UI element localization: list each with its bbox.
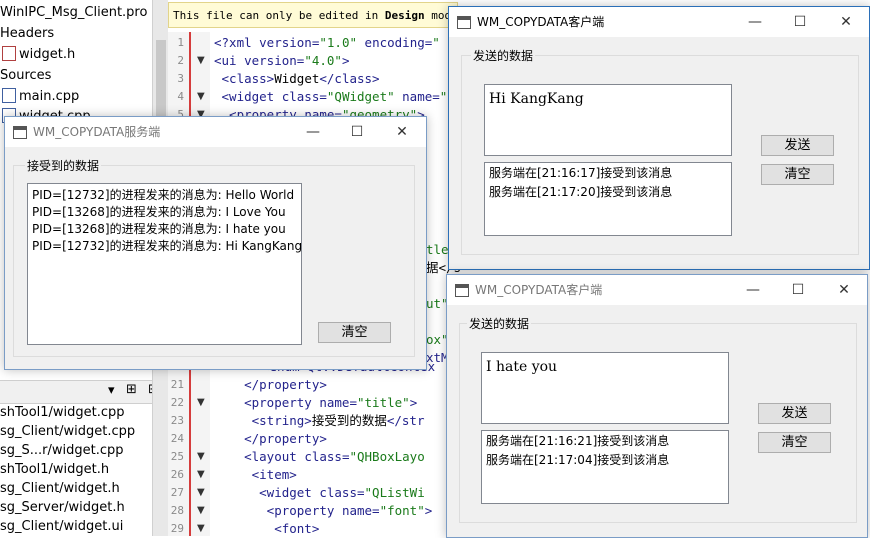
line-number: 24 [170,432,184,445]
list-item[interactable]: PID=[13268]的进程发来的消息为: I Love You [32,204,286,221]
app-window-icon [13,126,27,139]
line-number: 26 [170,468,184,481]
open-doc-item[interactable]: shTool1/widget.h [0,460,109,480]
open-doc-item[interactable]: sg_Client/widget.ui [0,517,123,537]
client-window-1: WM_COPYDATA客户端 — ☐ ✕ 发送的数据 Hi KangKang 服… [448,6,870,270]
tree-item-headers[interactable]: Headers [0,24,54,44]
server-ack-list[interactable]: 服务端在[21:16:21]接受到该消息 服务端在[21:17:04]接受到该消… [481,430,729,504]
list-item[interactable]: PID=[12732]的进程发来的消息为: Hello World [32,187,294,204]
message-input-text: Hi KangKang [489,91,584,107]
chevron-down-icon[interactable]: ▾ [108,383,115,398]
code-line: <widget class="QWidget" name=" [214,89,448,104]
fold-arrow-icon[interactable]: ▼ [197,88,205,106]
line-number: 21 [170,378,184,391]
line-number: 3 [177,72,184,85]
code-line: </property> [214,377,327,392]
line-number: 2 [177,54,184,67]
header-file-icon [2,46,16,61]
fold-arrow-icon[interactable]: ▼ [197,394,205,412]
code-line: <class>Widget</class> [214,71,380,86]
maximize-button[interactable]: ☐ [777,7,823,37]
send-button[interactable]: 发送 [758,403,831,424]
app-window-icon [455,284,469,297]
received-messages-list[interactable]: PID=[12732]的进程发来的消息为: Hello World PID=[1… [27,183,302,345]
client-titlebar[interactable]: WM_COPYDATA客户端 — ☐ ✕ [449,7,869,37]
clear-button[interactable]: 清空 [758,432,831,453]
design-mode-info-bar: This file can only be edited in Design m… [168,2,458,28]
list-item[interactable]: PID=[12732]的进程发来的消息为: Hi KangKang [32,238,302,255]
open-doc-item[interactable]: sg_Client/widget.cpp [0,422,135,442]
minimize-button[interactable]: — [730,275,776,305]
split-icon[interactable]: ⊞ [126,382,137,397]
list-item[interactable]: 服务端在[21:17:20]接受到该消息 [489,184,672,201]
group-label: 接受到的数据 [25,159,102,173]
server-window: WM_COPYDATA服务端 — ☐ ✕ 接受到的数据 PID=[12732]的… [4,116,427,370]
line-number: 23 [170,414,184,427]
group-label: 发送的数据 [467,317,532,331]
fold-arrow-icon[interactable]: ▼ [197,448,205,466]
client-window-2: WM_COPYDATA客户端 — ☐ ✕ 发送的数据 I hate you 服务… [446,274,868,538]
server-ack-list[interactable]: 服务端在[21:16:17]接受到该消息 服务端在[21:17:20]接受到该消… [484,162,732,236]
code-line: <property name="title"> [214,395,418,410]
close-button[interactable]: ✕ [823,7,869,37]
close-button[interactable]: ✕ [821,275,867,305]
minimize-button[interactable]: — [290,117,336,147]
code-line: <item> [214,467,297,482]
clear-button[interactable]: 清空 [761,164,834,185]
line-number: 29 [170,522,184,535]
open-doc-item[interactable]: sg_S...r/widget.cpp [0,441,124,461]
message-input[interactable]: I hate you [481,352,729,424]
line-number: 25 [170,450,184,463]
tree-item-pro[interactable]: WinIPC_Msg_Client.pro [0,3,147,23]
tree-item-widget-h[interactable]: widget.h [2,45,75,65]
line-number: 27 [170,486,184,499]
open-doc-item[interactable]: shTool1/widget.cpp [0,403,125,423]
list-item[interactable]: PID=[13268]的进程发来的消息为: I hate you [32,221,286,238]
window-title: WM_COPYDATA客户端 [477,15,605,29]
open-documents-toolbar: ▾ ⊞ ⊟ [0,380,168,404]
line-number: 28 [170,504,184,517]
list-item[interactable]: 服务端在[21:16:21]接受到该消息 [486,433,669,450]
clear-button[interactable]: 清空 [318,322,391,343]
line-number: 1 [177,36,184,49]
tree-item-sources[interactable]: Sources [0,66,51,86]
code-line: <widget class="QListWi [214,485,425,500]
line-number: 22 [170,396,184,409]
message-input[interactable]: Hi KangKang [484,84,732,156]
code-line: <?xml version="1.0" encoding=" [214,35,440,50]
client-titlebar[interactable]: WM_COPYDATA客户端 — ☐ ✕ [447,275,867,305]
code-line: <property name="font"> [214,503,433,518]
list-item[interactable]: 服务端在[21:16:17]接受到该消息 [489,165,672,182]
window-title: WM_COPYDATA服务端 [33,125,161,139]
open-doc-item[interactable]: sg_Client/widget.h [0,479,120,499]
send-button[interactable]: 发送 [761,135,834,156]
code-line: <font> [214,521,320,536]
server-titlebar[interactable]: WM_COPYDATA服务端 — ☐ ✕ [5,117,426,147]
group-label: 发送的数据 [471,49,536,63]
open-doc-item[interactable]: sg_Server/widget.h [0,498,125,518]
line-number: 4 [177,90,184,103]
app-window-icon [457,16,471,29]
cpp-file-icon [2,88,16,103]
maximize-button[interactable]: ☐ [334,117,380,147]
fold-arrow-icon[interactable]: ▼ [197,484,205,502]
tree-item-main-cpp[interactable]: main.cpp [2,87,79,107]
list-item[interactable]: 服务端在[21:17:04]接受到该消息 [486,452,669,469]
maximize-button[interactable]: ☐ [775,275,821,305]
message-input-text: I hate you [486,359,558,375]
code-line: <layout class="QHBoxLayo [214,449,425,464]
fold-arrow-icon[interactable]: ▼ [197,502,205,520]
fold-arrow-icon[interactable]: ▼ [197,466,205,484]
code-line: <ui version="4.0"> [214,53,350,68]
code-line: <string>接受到的数据</str [214,413,425,428]
fold-arrow-icon[interactable]: ▼ [197,520,205,538]
window-title: WM_COPYDATA客户端 [475,283,603,297]
fold-arrow-icon[interactable]: ▼ [197,52,205,70]
close-button[interactable]: ✕ [379,117,425,147]
code-line: </property> [214,431,327,446]
minimize-button[interactable]: — [732,7,778,37]
